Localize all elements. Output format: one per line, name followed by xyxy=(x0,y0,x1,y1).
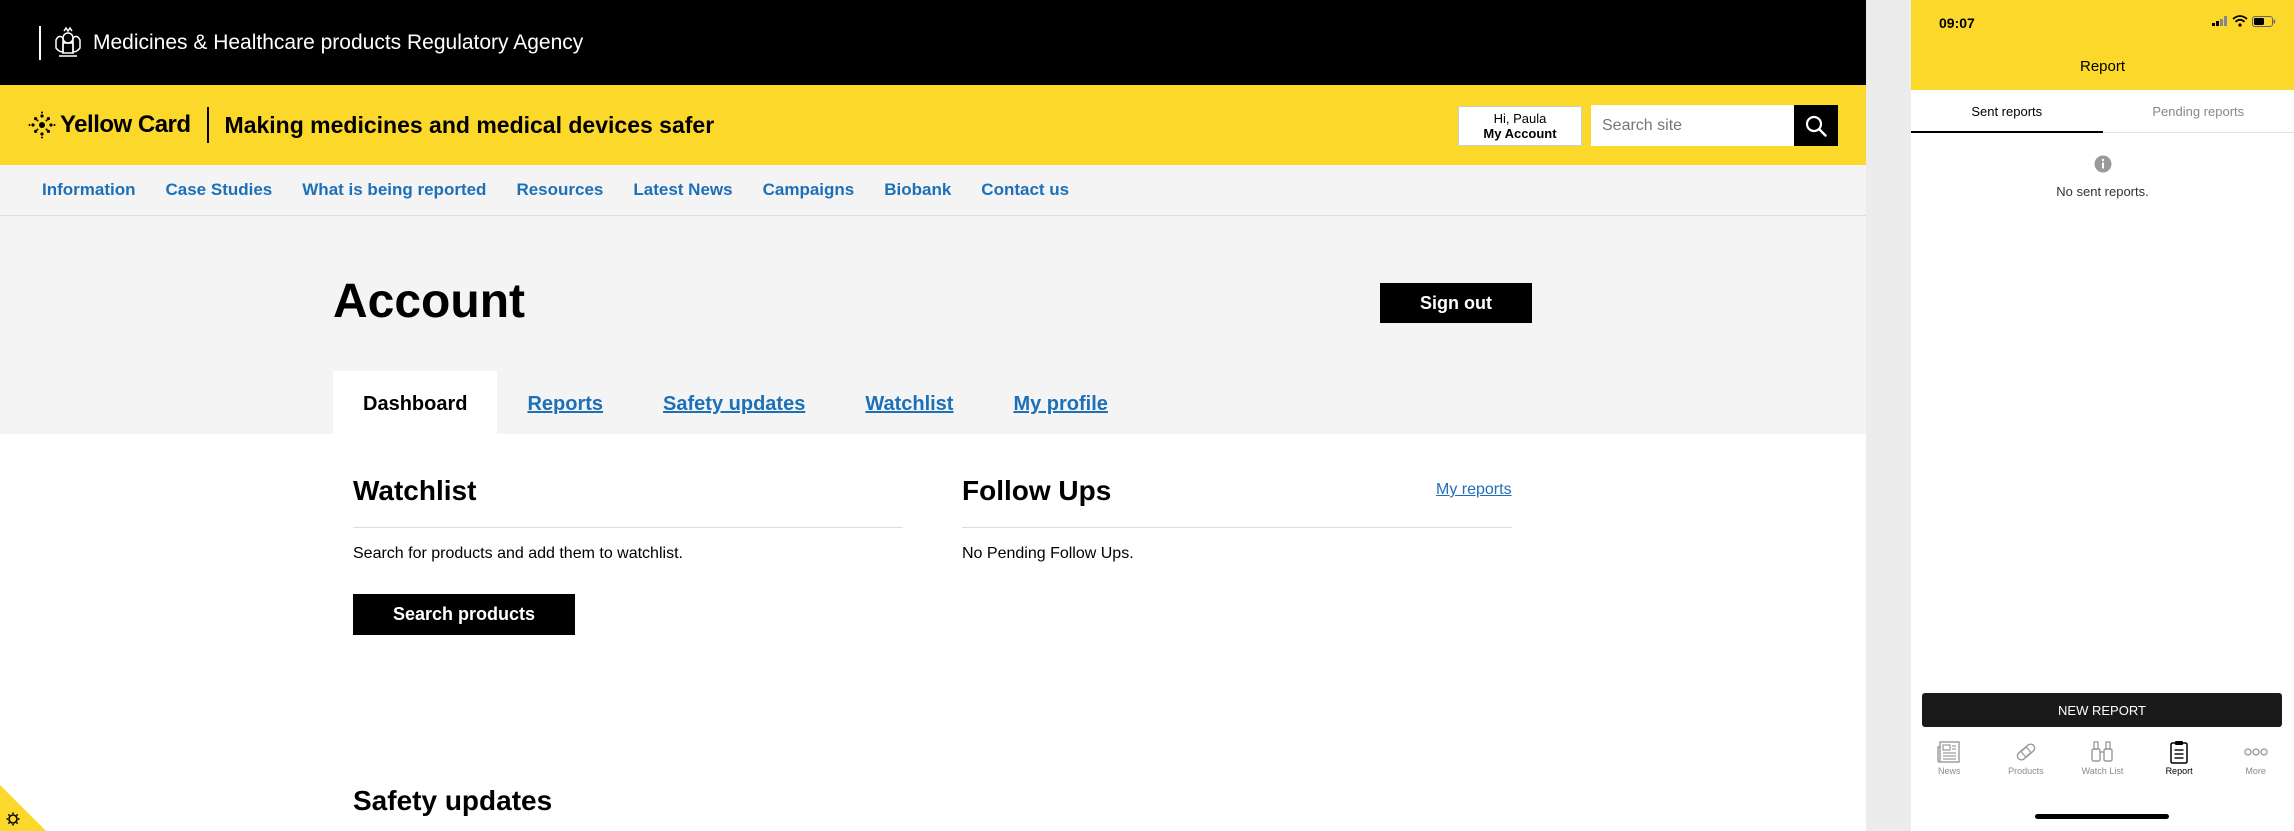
bottom-nav-products[interactable]: Products xyxy=(1988,740,2065,790)
wifi-icon xyxy=(2232,15,2248,27)
nav-campaigns[interactable]: Campaigns xyxy=(763,180,855,200)
search-button[interactable] xyxy=(1794,105,1838,146)
signal-icon xyxy=(2212,16,2227,26)
brand-tagline: Making medicines and medical devices saf… xyxy=(224,111,715,138)
bottom-nav-watch-list[interactable]: Watch List xyxy=(2064,740,2141,790)
account-header: Account Sign out Dashboard Reports Safet… xyxy=(0,216,1866,438)
dashboard-content: Watchlist Search for products and add th… xyxy=(0,434,1866,831)
crest-divider xyxy=(39,25,41,60)
bottom-nav-report-label: Report xyxy=(2165,766,2193,776)
tab-dashboard[interactable]: Dashboard xyxy=(333,371,498,438)
nav-what-is-being-reported[interactable]: What is being reported xyxy=(302,180,486,200)
sign-out-button[interactable]: Sign out xyxy=(1380,283,1532,323)
empty-message: No sent reports. xyxy=(2056,184,2149,199)
agency-name[interactable]: Medicines & Healthcare products Regulato… xyxy=(93,31,583,55)
bottom-nav-report[interactable]: Report xyxy=(2141,740,2218,790)
site-search xyxy=(1591,105,1838,146)
safety-updates-title: Safety updates xyxy=(353,785,553,816)
main-navigation: Information Case Studies What is being r… xyxy=(0,165,1866,216)
yellow-card-logo[interactable]: Yellow Card xyxy=(28,111,191,139)
bottom-nav-watch-list-label: Watch List xyxy=(2081,766,2124,776)
binoculars-icon xyxy=(2091,741,2114,762)
bottom-nav-more-label: More xyxy=(2245,766,2266,776)
app-header: 09:07 Report xyxy=(1911,0,2294,90)
logo-text: Yellow Card xyxy=(60,111,191,138)
tab-safety-updates[interactable]: Safety updates xyxy=(633,371,835,438)
bottom-nav-news[interactable]: News xyxy=(1911,740,1988,790)
nav-information[interactable]: Information xyxy=(42,180,136,200)
nav-biobank[interactable]: Biobank xyxy=(884,180,951,200)
more-dots-icon xyxy=(2244,748,2268,756)
report-tabs: Sent reports Pending reports xyxy=(1911,90,2294,133)
search-products-button[interactable]: Search products xyxy=(353,594,575,635)
tab-reports[interactable]: Reports xyxy=(497,371,633,438)
search-input[interactable] xyxy=(1591,105,1794,146)
screen-divider xyxy=(1866,0,1911,831)
home-indicator xyxy=(2035,814,2169,819)
app-title: Report xyxy=(2079,58,2126,75)
status-time: 09:07 xyxy=(1939,15,1975,31)
info-icon xyxy=(2094,155,2111,173)
watchlist-title: Watchlist xyxy=(353,475,477,506)
brand-header: Yellow Card Making medicines and medical… xyxy=(0,85,1866,165)
bottom-nav-more[interactable]: More xyxy=(2217,740,2294,790)
follow-ups-text: No Pending Follow Ups. xyxy=(962,545,1134,562)
page-title: Account xyxy=(333,275,525,328)
clipboard-icon xyxy=(2170,741,2188,764)
my-account-button[interactable]: Hi, Paula My Account xyxy=(1458,106,1582,146)
mobile-app-screen: 09:07 Report Sent reports Pending report… xyxy=(1911,0,2294,831)
watchlist-divider xyxy=(353,527,903,528)
nav-latest-news[interactable]: Latest News xyxy=(633,180,732,200)
battery-icon xyxy=(2252,15,2276,27)
account-label: My Account xyxy=(1483,126,1557,141)
news-icon xyxy=(1937,741,1960,763)
account-greeting: Hi, Paula xyxy=(1493,111,1547,126)
search-icon xyxy=(1805,115,1827,137)
bandage-icon xyxy=(2016,743,2036,761)
account-tabs: Dashboard Reports Safety updates Watchli… xyxy=(333,371,1138,438)
tab-my-profile[interactable]: My profile xyxy=(983,371,1137,438)
tab-pending-reports[interactable]: Pending reports xyxy=(2103,90,2294,132)
yellow-card-sunburst-icon xyxy=(28,111,56,139)
nav-contact-us[interactable]: Contact us xyxy=(981,180,1069,200)
desktop-site: Medicines & Healthcare products Regulato… xyxy=(0,0,1866,831)
watchlist-text: Search for products and add them to watc… xyxy=(353,545,683,562)
empty-state: No sent reports. xyxy=(1911,155,2294,199)
bottom-navigation: News Products Watch List Report More xyxy=(1911,740,2294,790)
follow-ups-divider xyxy=(962,527,1512,528)
brand-divider xyxy=(206,107,209,143)
nav-resources[interactable]: Resources xyxy=(516,180,603,200)
agency-header: Medicines & Healthcare products Regulato… xyxy=(0,0,1866,85)
nav-case-studies[interactable]: Case Studies xyxy=(166,180,273,200)
status-icons xyxy=(2212,15,2276,27)
follow-ups-title: Follow Ups xyxy=(962,475,1112,506)
new-report-button[interactable]: NEW REPORT xyxy=(1922,693,2282,727)
tab-sent-reports[interactable]: Sent reports xyxy=(1911,90,2103,133)
bottom-nav-products-label: Products xyxy=(2008,766,2044,776)
cookie-settings-icon[interactable] xyxy=(0,785,46,831)
bottom-nav-news-label: News xyxy=(1938,766,1961,776)
royal-crest-icon xyxy=(55,26,81,57)
tab-watchlist[interactable]: Watchlist xyxy=(835,371,983,438)
my-reports-link[interactable]: My reports xyxy=(1436,481,1512,499)
